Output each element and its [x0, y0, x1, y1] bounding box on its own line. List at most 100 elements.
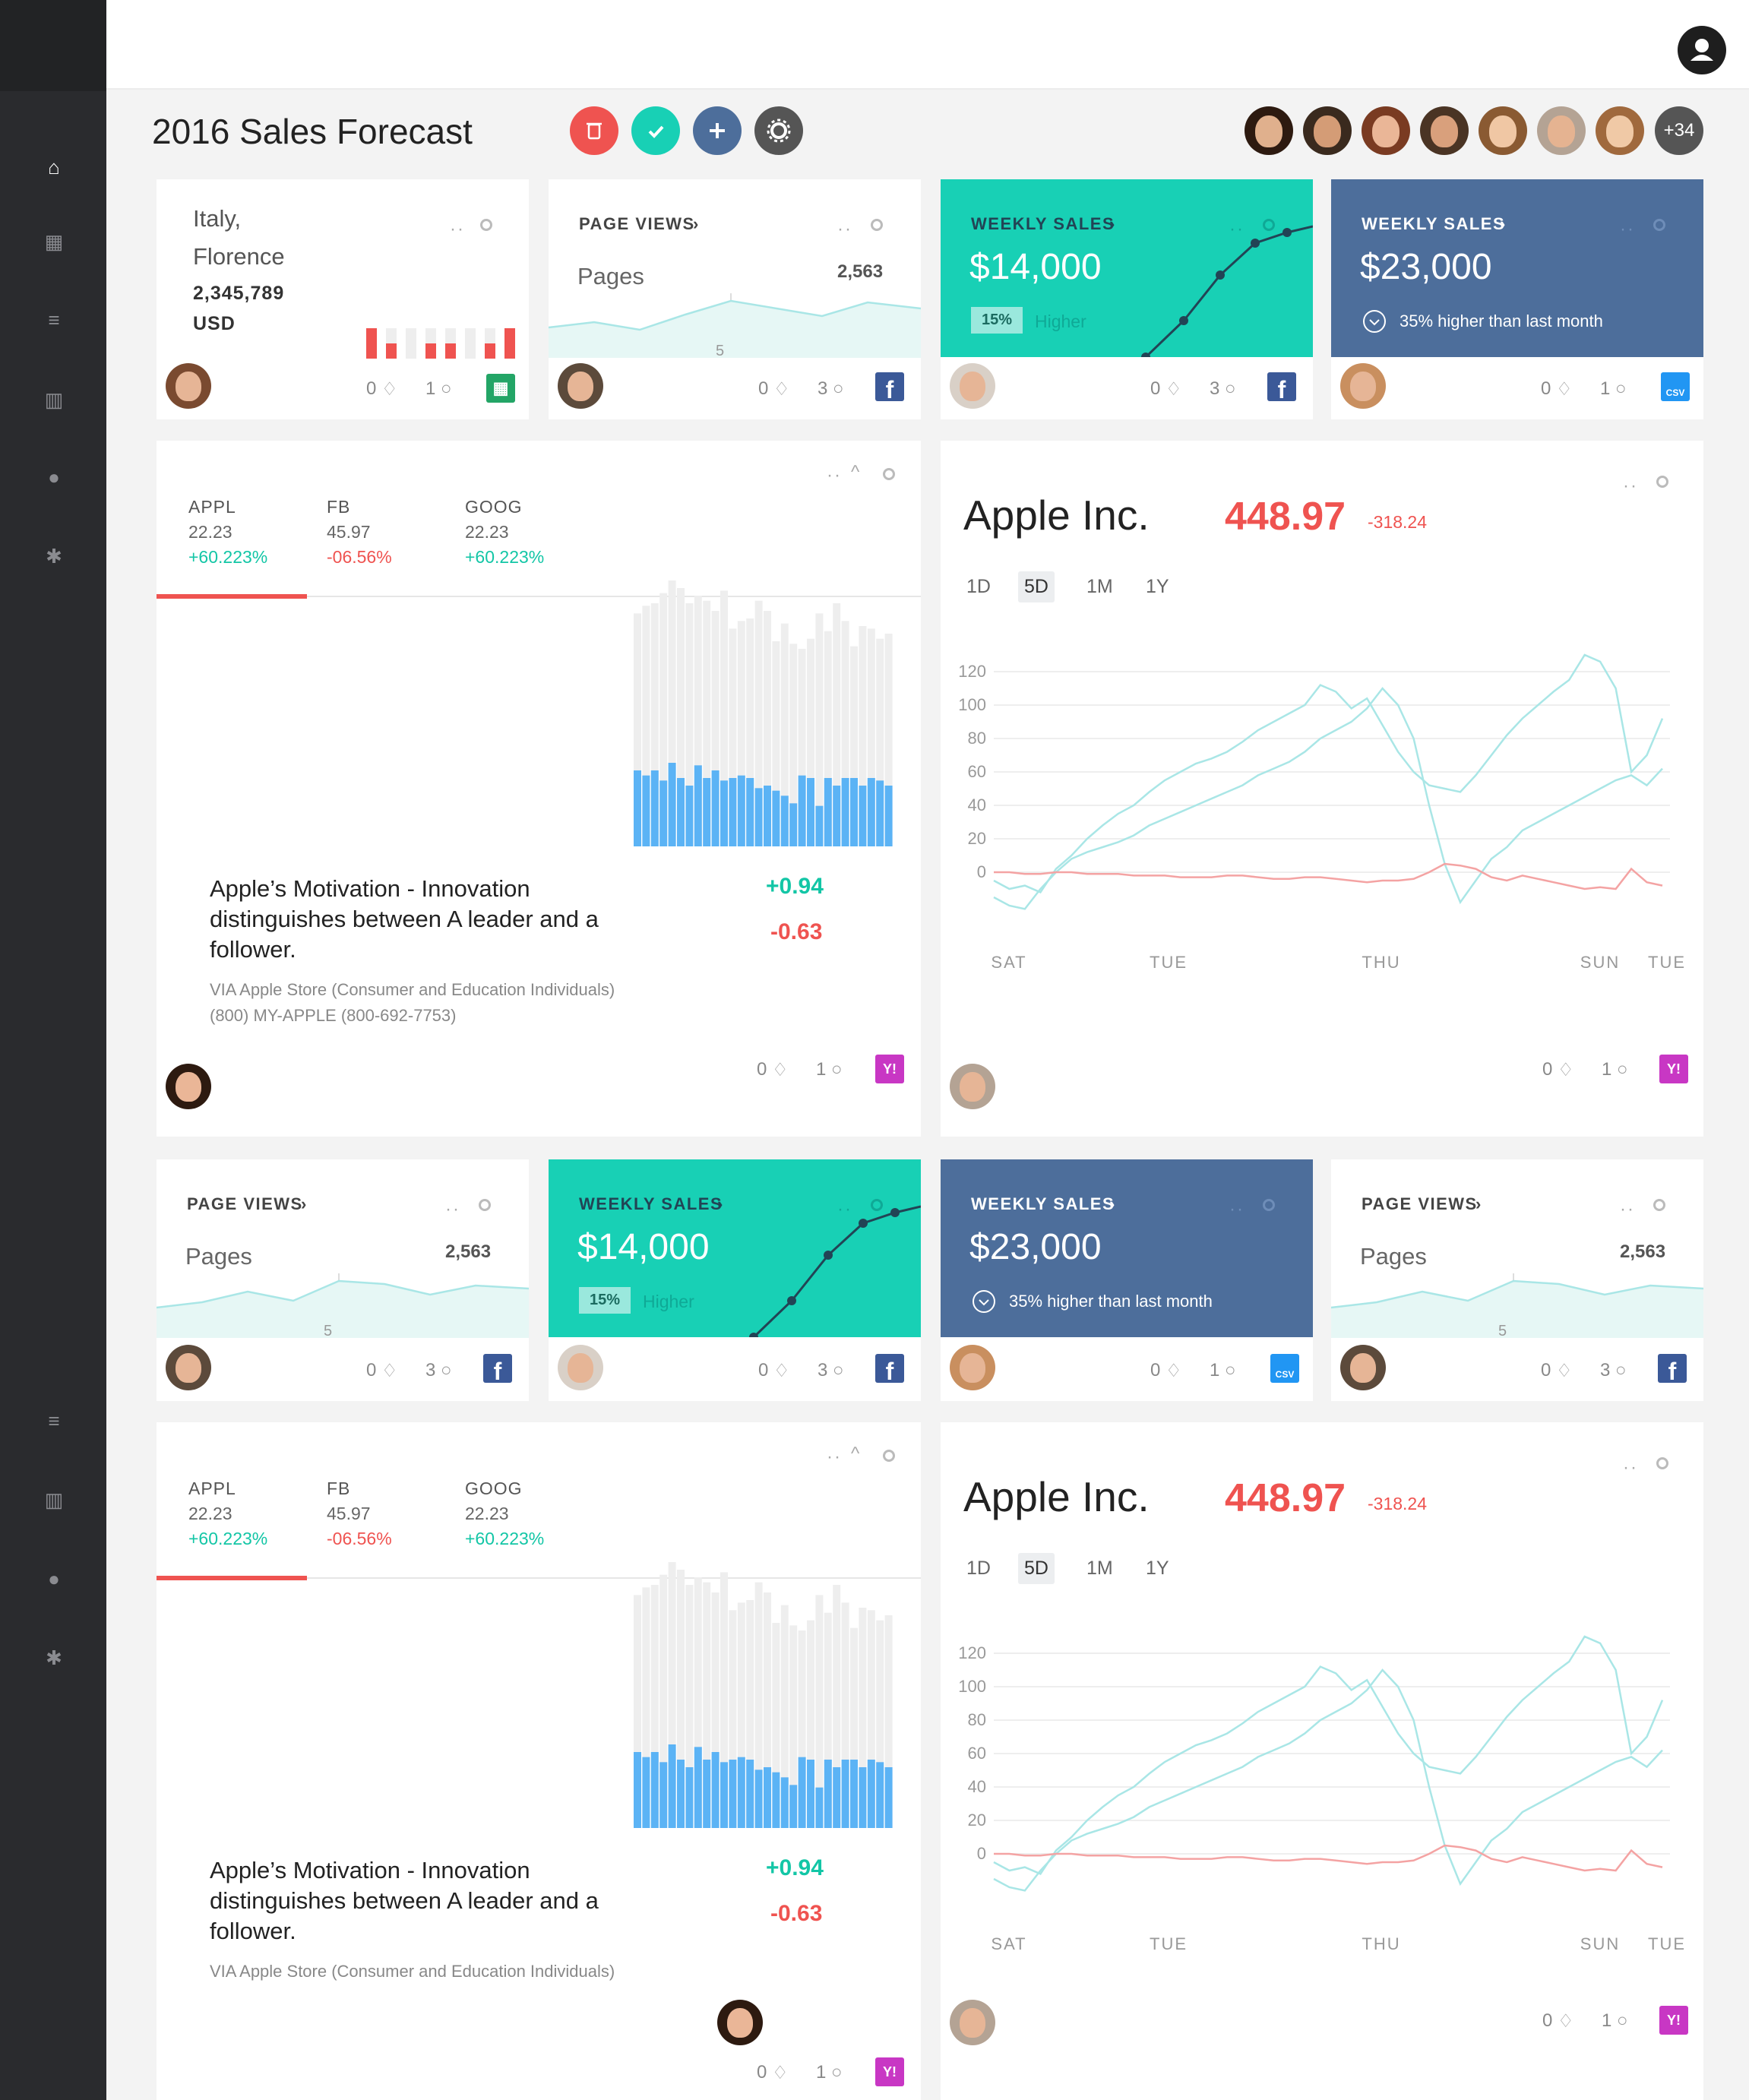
- users-icon[interactable]: ●: [42, 1567, 66, 1591]
- bell-icon[interactable]: ♢: [1558, 1059, 1574, 1081]
- chevron-right-icon[interactable]: ›: [1475, 1194, 1482, 1214]
- facebook-icon[interactable]: f: [1267, 372, 1296, 403]
- avatar[interactable]: [558, 363, 603, 409]
- more-options-icon[interactable]: ··: [827, 466, 842, 485]
- more-options-icon[interactable]: ··: [837, 220, 852, 239]
- database-icon[interactable]: ≡: [42, 1409, 66, 1433]
- status-ring-icon[interactable]: [1653, 1199, 1665, 1211]
- comment-icon[interactable]: ○: [1225, 378, 1236, 400]
- team-member-avatar[interactable]: [1537, 106, 1586, 155]
- bell-icon[interactable]: ♢: [1165, 1360, 1182, 1382]
- comment-icon[interactable]: ○: [1617, 1059, 1628, 1080]
- bell-icon[interactable]: ♢: [1556, 1360, 1573, 1382]
- bell-icon[interactable]: ♢: [1556, 378, 1573, 400]
- range-tab-1y[interactable]: 1Y: [1140, 1553, 1175, 1584]
- chevron-up-icon[interactable]: ^: [851, 462, 859, 483]
- add-button[interactable]: [693, 106, 742, 155]
- facebook-icon[interactable]: f: [483, 1354, 512, 1385]
- stock-ticker[interactable]: APPL 22.23 +60.223%: [188, 497, 267, 568]
- more-options-icon[interactable]: ··: [1229, 1200, 1245, 1219]
- more-options-icon[interactable]: ··: [1623, 477, 1638, 495]
- database-icon[interactable]: ≡: [42, 308, 66, 332]
- comment-icon[interactable]: ○: [1617, 2010, 1628, 2032]
- range-tab-1d[interactable]: 1D: [960, 1553, 997, 1584]
- yahoo-icon[interactable]: Y!: [875, 2057, 904, 2086]
- yahoo-icon[interactable]: Y!: [875, 1055, 904, 1083]
- user-profile-button[interactable]: [1678, 26, 1726, 74]
- gear-icon[interactable]: ✱: [42, 1646, 66, 1670]
- yahoo-icon[interactable]: Y!: [1659, 1055, 1688, 1083]
- status-ring-icon[interactable]: [1263, 1199, 1275, 1211]
- avatar[interactable]: [166, 363, 211, 409]
- bell-icon[interactable]: ♢: [773, 378, 790, 400]
- bell-icon[interactable]: ♢: [773, 1360, 790, 1382]
- comment-icon[interactable]: ○: [1615, 378, 1627, 400]
- status-ring-icon[interactable]: [479, 1199, 491, 1211]
- bell-icon[interactable]: ♢: [772, 1059, 789, 1081]
- news-headline[interactable]: Apple’s Motivation - Innovation distingu…: [210, 874, 666, 965]
- status-ring-icon[interactable]: [871, 219, 883, 231]
- more-options-icon[interactable]: ··: [827, 1448, 842, 1466]
- chevron-up-icon[interactable]: ^: [851, 1444, 859, 1465]
- avatar[interactable]: [950, 363, 995, 409]
- comment-icon[interactable]: ○: [1615, 1360, 1627, 1381]
- team-member-avatar[interactable]: [1303, 106, 1352, 155]
- range-tab-1y[interactable]: 1Y: [1140, 571, 1175, 602]
- status-ring-icon[interactable]: [883, 468, 895, 480]
- more-options-icon[interactable]: ··: [450, 220, 465, 239]
- range-tab-1m[interactable]: 1M: [1080, 1553, 1119, 1584]
- avatar[interactable]: [558, 1345, 603, 1390]
- avatar[interactable]: [166, 1064, 211, 1109]
- range-tab-5d[interactable]: 5D: [1018, 1553, 1055, 1584]
- home-icon[interactable]: ⌂: [42, 155, 66, 179]
- stock-ticker[interactable]: FB 45.97 -06.56%: [327, 497, 392, 568]
- bell-icon[interactable]: ♢: [772, 2062, 789, 2084]
- chart-icon[interactable]: ▥: [42, 387, 66, 412]
- grid-icon[interactable]: ▦: [42, 229, 66, 254]
- team-member-avatar[interactable]: [1596, 106, 1644, 155]
- comment-icon[interactable]: ○: [441, 1360, 452, 1381]
- team-member-avatar[interactable]: [1245, 106, 1293, 155]
- avatar[interactable]: [1340, 363, 1386, 409]
- bell-icon[interactable]: ♢: [1558, 2010, 1574, 2032]
- team-member-avatar[interactable]: [1479, 106, 1527, 155]
- csv-file-icon[interactable]: CSV: [1661, 372, 1690, 401]
- team-member-avatar[interactable]: [1362, 106, 1410, 155]
- bell-icon[interactable]: ♢: [381, 1360, 398, 1382]
- avatar[interactable]: [950, 1064, 995, 1109]
- delete-button[interactable]: [570, 106, 618, 155]
- gear-icon[interactable]: ✱: [42, 544, 66, 568]
- settings-button[interactable]: [754, 106, 803, 155]
- status-ring-icon[interactable]: [883, 1450, 895, 1462]
- status-ring-icon[interactable]: [1653, 219, 1665, 231]
- avatar[interactable]: [166, 1345, 211, 1390]
- news-headline[interactable]: Apple’s Motivation - Innovation distingu…: [210, 1855, 666, 1947]
- chevron-right-icon[interactable]: ›: [301, 1194, 308, 1214]
- status-ring-icon[interactable]: [480, 219, 492, 231]
- chevron-right-icon[interactable]: ›: [693, 214, 700, 234]
- more-options-icon[interactable]: ··: [1623, 1459, 1638, 1477]
- csv-file-icon[interactable]: CSV: [1270, 1354, 1299, 1383]
- users-icon[interactable]: ●: [42, 465, 66, 489]
- sheets-icon[interactable]: ▦: [486, 374, 515, 403]
- status-ring-icon[interactable]: [1656, 476, 1668, 488]
- more-options-icon[interactable]: ··: [1620, 220, 1635, 239]
- facebook-icon[interactable]: f: [875, 372, 904, 403]
- stock-ticker[interactable]: GOOG 22.23 +60.223%: [465, 497, 544, 568]
- team-member-avatar[interactable]: [1420, 106, 1469, 155]
- approve-button[interactable]: [631, 106, 680, 155]
- more-options-icon[interactable]: ··: [445, 1200, 460, 1219]
- comment-icon[interactable]: ○: [441, 378, 452, 400]
- more-options-icon[interactable]: ··: [1620, 1200, 1635, 1219]
- stock-ticker[interactable]: APPL 22.23 +60.223%: [188, 1479, 267, 1549]
- chevron-right-icon[interactable]: ›: [1109, 1194, 1116, 1214]
- avatar[interactable]: [1340, 1345, 1386, 1390]
- bell-icon[interactable]: ♢: [381, 378, 398, 400]
- avatar[interactable]: [717, 2000, 763, 2045]
- range-tab-1m[interactable]: 1M: [1080, 571, 1119, 602]
- comment-icon[interactable]: ○: [831, 2062, 843, 2083]
- comment-icon[interactable]: ○: [833, 378, 844, 400]
- avatar[interactable]: [950, 2000, 995, 2045]
- comment-icon[interactable]: ○: [833, 1360, 844, 1381]
- more-members-badge[interactable]: +34: [1655, 106, 1703, 155]
